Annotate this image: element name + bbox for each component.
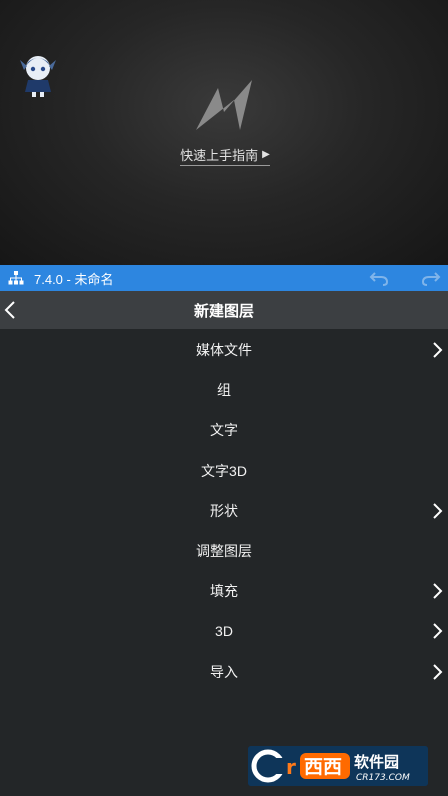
hierarchy-icon[interactable] bbox=[8, 270, 24, 286]
chevron-right-icon bbox=[433, 583, 443, 599]
new-layer-menu: 媒体文件 组 文字 文字3D 形状 调整图层 填充 3D 导入 bbox=[0, 330, 448, 692]
panel-header: 新建图层 bbox=[0, 291, 448, 329]
svg-text:CR173.COM: CR173.COM bbox=[356, 773, 410, 783]
chevron-right-icon bbox=[433, 663, 443, 680]
chevron-right-icon bbox=[433, 342, 443, 358]
app-logo-icon bbox=[196, 80, 252, 130]
chevron-right-icon bbox=[433, 503, 443, 519]
guide-label: 快速上手指南 bbox=[180, 148, 259, 163]
svg-text:软件园: 软件园 bbox=[354, 753, 399, 771]
menu-item-label: 3D bbox=[215, 623, 233, 640]
menu-item-fill[interactable]: 填充 bbox=[0, 571, 448, 611]
menu-item-label: 组 bbox=[217, 382, 231, 399]
preview-canvas: 快速上手指南 ▶ bbox=[0, 0, 448, 265]
project-bar: 7.4.0 - 未命名 bbox=[0, 265, 448, 291]
user-avatar[interactable] bbox=[18, 52, 58, 98]
watermark-logo: r 西西 软件园 CR173.COM bbox=[248, 746, 428, 786]
svg-text:西西: 西西 bbox=[304, 756, 342, 778]
menu-item-label: 填充 bbox=[210, 583, 238, 600]
chevron-right-icon bbox=[433, 623, 443, 640]
menu-item-label: 媒体文件 bbox=[196, 342, 252, 359]
menu-item-text[interactable]: 文字 bbox=[0, 410, 448, 450]
play-triangle-icon: ▶ bbox=[262, 149, 270, 160]
menu-item-label: 导入 bbox=[210, 663, 238, 680]
menu-item-import[interactable]: 导入 bbox=[0, 652, 448, 692]
menu-item-label: 文字 bbox=[210, 422, 238, 439]
menu-item-3d[interactable]: 3D bbox=[0, 611, 448, 651]
panel-title: 新建图层 bbox=[193, 302, 254, 320]
menu-item-shape[interactable]: 形状 bbox=[0, 491, 448, 531]
back-chevron-icon[interactable] bbox=[2, 300, 20, 320]
menu-item-label: 文字3D bbox=[201, 462, 247, 479]
svg-text:r: r bbox=[286, 755, 296, 779]
quick-start-guide-link[interactable]: 快速上手指南 ▶ bbox=[180, 144, 270, 166]
menu-item-label: 形状 bbox=[210, 502, 238, 519]
menu-item-media-files[interactable]: 媒体文件 bbox=[0, 330, 448, 370]
menu-item-group[interactable]: 组 bbox=[0, 370, 448, 410]
menu-item-text-3d[interactable]: 文字3D bbox=[0, 451, 448, 491]
menu-item-adjustment-layer[interactable]: 调整图层 bbox=[0, 531, 448, 571]
menu-item-label: 调整图层 bbox=[196, 543, 252, 560]
undo-icon[interactable] bbox=[369, 269, 389, 287]
redo-icon[interactable] bbox=[421, 269, 441, 287]
project-version-title: 7.4.0 - 未命名 bbox=[34, 271, 114, 287]
